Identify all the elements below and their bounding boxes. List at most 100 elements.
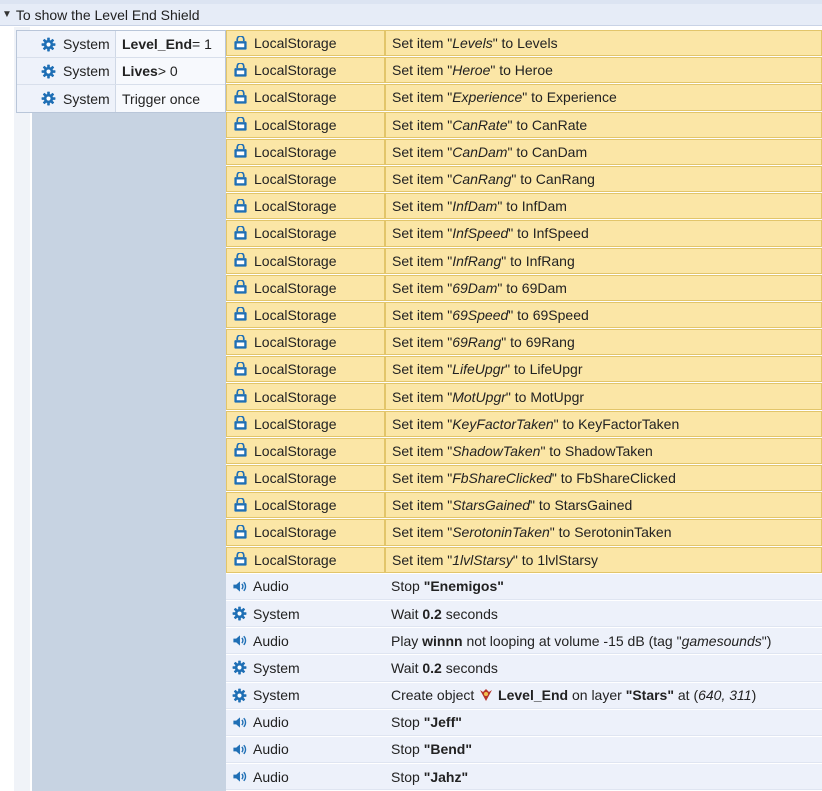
action-row[interactable]: LocalStorage Set item " Heroe " to Heroe bbox=[226, 57, 822, 85]
condition-text[interactable]: Lives > 0 bbox=[116, 58, 225, 84]
action-row[interactable]: System Create object Level_End on layer "… bbox=[226, 682, 822, 710]
action-row[interactable]: LocalStorage Set item " FbShareClicked " to… bbox=[226, 465, 822, 493]
action-row[interactable]: LocalStorage Set item " CanRang " to CanRan… bbox=[226, 165, 822, 194]
action-text[interactable]: Set item " KeyFactorTaken " to KeyFactorTa… bbox=[385, 410, 822, 437]
action-object[interactable]: Audio bbox=[226, 764, 385, 791]
condition-object[interactable]: System bbox=[17, 31, 116, 57]
action-object[interactable]: Audio bbox=[226, 628, 385, 655]
action-text[interactable]: Set item " 1lvlStarsy " to 1lvlStarsy bbox=[385, 546, 822, 573]
action-object[interactable]: Audio bbox=[226, 736, 385, 764]
action-object[interactable]: LocalStorage bbox=[226, 410, 385, 437]
action-row[interactable]: LocalStorage Set item " 69Rang " to 69Rang bbox=[226, 329, 822, 357]
action-row[interactable]: LocalStorage Set item " Levels " to Levels bbox=[226, 30, 822, 58]
action-text[interactable]: Create object Level_End on layer "Stars"… bbox=[385, 682, 822, 709]
action-text[interactable]: Set item " LifeUpgr " to LifeUpgr bbox=[385, 356, 822, 383]
action-row[interactable]: LocalStorage Set item " ShadowTaken " to Sh… bbox=[226, 437, 822, 465]
action-row[interactable]: Audio Stop "Jeff" bbox=[226, 709, 822, 737]
action-text[interactable]: Set item " CanDam " to CanDam bbox=[385, 138, 822, 165]
action-row[interactable]: LocalStorage Set item " InfRang " to InfRan… bbox=[226, 247, 822, 275]
action-object[interactable]: Audio bbox=[226, 573, 385, 600]
action-object[interactable]: System bbox=[226, 655, 385, 682]
object-name: LocalStorage bbox=[254, 171, 337, 188]
condition-object[interactable]: System bbox=[17, 85, 116, 112]
action-text[interactable]: Set item " 69Dam " to 69Dam bbox=[385, 274, 822, 301]
action-row[interactable]: Audio Stop "Jahz" bbox=[226, 764, 822, 791]
action-object[interactable]: LocalStorage bbox=[226, 274, 385, 301]
action-object[interactable]: LocalStorage bbox=[226, 492, 385, 519]
action-text[interactable]: Set item " InfRang " to InfRang bbox=[385, 247, 822, 274]
condition-row[interactable]: System Lives > 0 bbox=[17, 58, 225, 85]
actions-block[interactable]: LocalStorage Set item " Levels " to Levels L… bbox=[226, 30, 822, 791]
action-row[interactable]: LocalStorage Set item " 69Dam " to 69Dam bbox=[226, 274, 822, 302]
action-object[interactable]: LocalStorage bbox=[226, 57, 385, 84]
action-row[interactable]: LocalStorage Set item " InfDam " to InfDam bbox=[226, 193, 822, 221]
action-text[interactable]: Stop "Enemigos" bbox=[385, 573, 822, 600]
action-object[interactable]: LocalStorage bbox=[226, 111, 385, 138]
action-object[interactable]: LocalStorage bbox=[226, 519, 385, 546]
action-object[interactable]: LocalStorage bbox=[226, 329, 385, 356]
condition-row[interactable]: System Level_End = 1 bbox=[17, 31, 225, 58]
condition-object[interactable]: System bbox=[17, 58, 116, 84]
action-object[interactable]: LocalStorage bbox=[226, 30, 385, 57]
action-text[interactable]: Set item " ShadowTaken " to ShadowTaken bbox=[385, 437, 822, 464]
action-text[interactable]: Wait 0.2 seconds bbox=[385, 600, 822, 628]
action-text[interactable]: Set item " Heroe " to Heroe bbox=[385, 57, 822, 84]
action-text[interactable]: Stop "Jahz" bbox=[385, 764, 822, 791]
action-row[interactable]: LocalStorage Set item " KeyFactorTaken " to… bbox=[226, 410, 822, 438]
action-text[interactable]: Set item " SerotoninTaken " to SerotoninTa… bbox=[385, 519, 822, 546]
localstorage-icon bbox=[232, 416, 248, 432]
action-row[interactable]: Audio Stop "Enemigos" bbox=[226, 573, 822, 601]
action-text[interactable]: Set item " CanRang " to CanRang bbox=[385, 165, 822, 193]
action-object[interactable]: LocalStorage bbox=[226, 383, 385, 410]
action-object[interactable]: LocalStorage bbox=[226, 193, 385, 220]
action-text[interactable]: Set item " Experience " to Experience bbox=[385, 84, 822, 111]
action-object[interactable]: LocalStorage bbox=[226, 165, 385, 193]
action-text[interactable]: Set item " 69Rang " to 69Rang bbox=[385, 329, 822, 356]
condition-text[interactable]: Trigger once bbox=[116, 85, 225, 112]
action-object[interactable]: LocalStorage bbox=[226, 247, 385, 274]
action-row[interactable]: LocalStorage Set item " InfSpeed " to InfSp… bbox=[226, 220, 822, 248]
action-object[interactable]: LocalStorage bbox=[226, 437, 385, 464]
action-text[interactable]: Play winnn not looping at volume -15 dB … bbox=[385, 628, 822, 655]
action-object[interactable]: System bbox=[226, 682, 385, 709]
action-object[interactable]: LocalStorage bbox=[226, 301, 385, 329]
action-object[interactable]: Audio bbox=[226, 709, 385, 736]
condition-text[interactable]: Level_End = 1 bbox=[116, 31, 225, 57]
action-text[interactable]: Stop "Jeff" bbox=[385, 709, 822, 736]
event-group-header[interactable]: ▼ To show the Level End Shield bbox=[0, 4, 822, 26]
action-object[interactable]: LocalStorage bbox=[226, 84, 385, 111]
action-text[interactable]: Set item " 69Speed " to 69Speed bbox=[385, 301, 822, 329]
action-row[interactable]: Audio Play winnn not looping at volume -1… bbox=[226, 628, 822, 656]
action-object[interactable]: LocalStorage bbox=[226, 138, 385, 165]
action-row[interactable]: LocalStorage Set item " CanRate " to CanRat… bbox=[226, 111, 822, 139]
condition-row[interactable]: System Trigger once bbox=[17, 85, 225, 112]
action-object[interactable]: LocalStorage bbox=[226, 220, 385, 247]
action-text[interactable]: Set item " FbShareClicked " to FbShareClic… bbox=[385, 465, 822, 492]
action-row[interactable]: LocalStorage Set item " 69Speed " to 69Spee… bbox=[226, 301, 822, 330]
action-row[interactable]: LocalStorage Set item " 1lvlStarsy " to 1lv… bbox=[226, 546, 822, 574]
action-text[interactable]: Stop "Bend" bbox=[385, 736, 822, 764]
action-text[interactable]: Set item " MotUpgr " to MotUpgr bbox=[385, 383, 822, 410]
action-row[interactable]: LocalStorage Set item " CanDam " to CanDam bbox=[226, 138, 822, 166]
action-row[interactable]: System Wait 0.2 seconds bbox=[226, 600, 822, 629]
action-object[interactable]: LocalStorage bbox=[226, 546, 385, 573]
action-text[interactable]: Set item " Levels " to Levels bbox=[385, 30, 822, 57]
action-text[interactable]: Set item " InfSpeed " to InfSpeed bbox=[385, 220, 822, 247]
action-text[interactable]: Set item " StarsGained " to StarsGained bbox=[385, 492, 822, 519]
collapse-triangle-icon[interactable]: ▼ bbox=[2, 9, 12, 20]
action-text[interactable]: Wait 0.2 seconds bbox=[385, 655, 822, 682]
action-row[interactable]: LocalStorage Set item " LifeUpgr " to LifeU… bbox=[226, 356, 822, 384]
action-text[interactable]: Set item " CanRate " to CanRate bbox=[385, 111, 822, 138]
conditions-block[interactable]: System Level_End = 1 System Lives > 0 System… bbox=[16, 30, 226, 113]
action-row[interactable]: LocalStorage Set item " SerotoninTaken " to… bbox=[226, 519, 822, 547]
action-object[interactable]: LocalStorage bbox=[226, 356, 385, 383]
text-fragment: gamesounds bbox=[681, 632, 762, 649]
action-row[interactable]: LocalStorage Set item " Experience " to Exp… bbox=[226, 84, 822, 112]
action-row[interactable]: LocalStorage Set item " StarsGained " to St… bbox=[226, 492, 822, 520]
action-row[interactable]: LocalStorage Set item " MotUpgr " to MotUpg… bbox=[226, 383, 822, 411]
action-text[interactable]: Set item " InfDam " to InfDam bbox=[385, 193, 822, 220]
action-row[interactable]: System Wait 0.2 seconds bbox=[226, 655, 822, 683]
action-row[interactable]: Audio Stop "Bend" bbox=[226, 736, 822, 765]
action-object[interactable]: LocalStorage bbox=[226, 465, 385, 492]
action-object[interactable]: System bbox=[226, 600, 385, 628]
